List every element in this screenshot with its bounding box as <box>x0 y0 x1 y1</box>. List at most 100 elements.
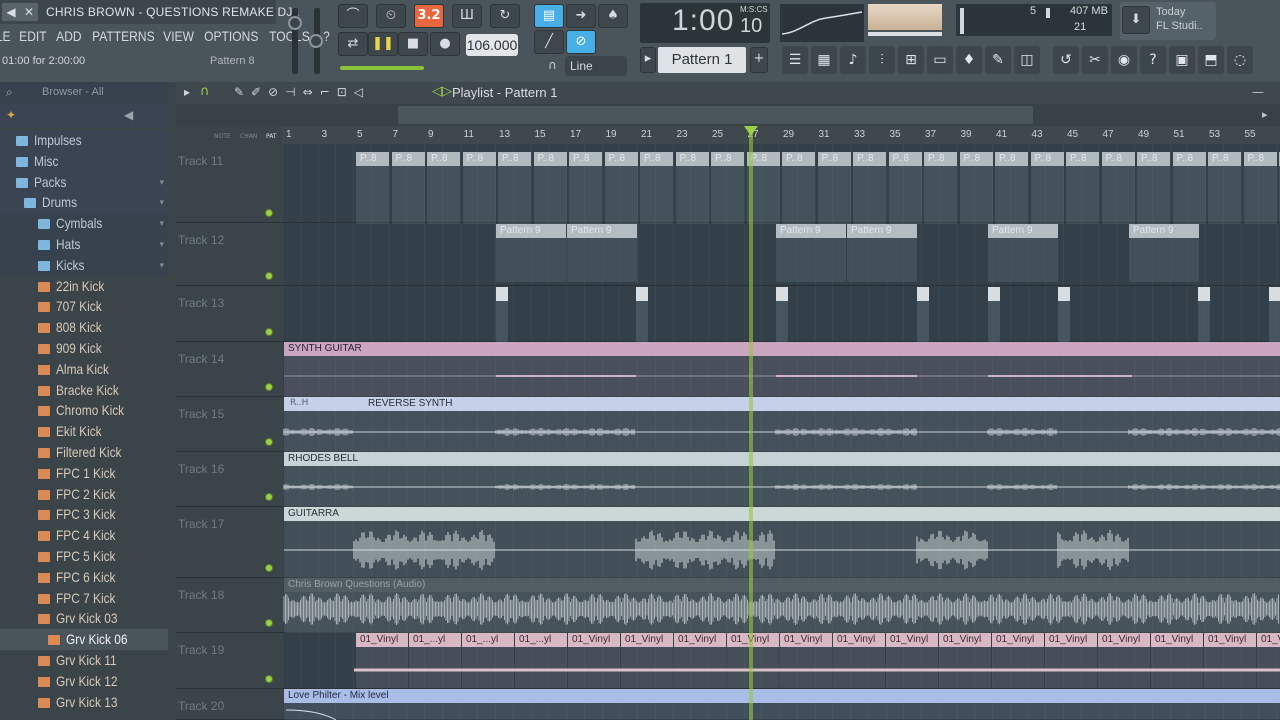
pattern-clip[interactable]: P..8 <box>569 152 602 224</box>
magnet-snap-icon[interactable]: ∩ <box>200 84 210 99</box>
audio-clip-vocal[interactable]: Chris Brown Questions (Audio) <box>284 578 1280 633</box>
brush-icon[interactable]: ╱ <box>534 30 564 54</box>
browser-item[interactable]: Hats ▾ <box>0 234 168 255</box>
pattern-clip[interactable] <box>1269 287 1280 342</box>
audio-clip-vinyl[interactable]: 01_Vinyl <box>1045 633 1097 688</box>
pattern-clip[interactable] <box>917 287 929 342</box>
chevron-down-icon[interactable]: ▾ <box>159 234 164 255</box>
scroll-right-icon[interactable]: ▸ <box>1262 108 1268 121</box>
browser-item[interactable]: Cymbals ▾ <box>0 213 168 235</box>
pattern-add-icon[interactable]: + <box>750 47 768 73</box>
audio-clip-vinyl[interactable]: 01_Vinyl <box>939 633 991 688</box>
track-enable-led[interactable] <box>265 272 273 280</box>
browser-item[interactable]: Bracke Kick <box>0 379 168 401</box>
audio-clip-vinyl[interactable]: 01_Vinyl <box>1151 633 1203 688</box>
pat-label[interactable]: PAT <box>266 133 277 140</box>
pattern-clip[interactable] <box>636 287 648 342</box>
audio-clip-rhodes-bell[interactable]: RHODES BELL <box>284 452 1280 507</box>
help-icon[interactable]: ? <box>1140 46 1166 74</box>
pattern-clip[interactable]: P..8 <box>817 152 851 224</box>
loop-record-icon[interactable]: ↻ <box>490 4 520 28</box>
audio-clip-vinyl[interactable]: 01_Vinyl <box>727 633 779 688</box>
automation-clip[interactable]: Love Philter - Mix level <box>284 689 1280 720</box>
browser-item[interactable]: FPC 5 Kick <box>0 546 168 567</box>
channel-rack-icon[interactable]: ▦ <box>811 46 837 74</box>
pattern-clip[interactable]: P..8 <box>959 152 993 224</box>
audio-clip-vinyl[interactable]: 01_...yl <box>409 633 461 688</box>
browser-item[interactable]: 707 Kick <box>0 296 168 318</box>
audio-clip-vinyl[interactable]: 01_Vinyl <box>674 633 726 688</box>
browser-filter-icon[interactable]: ✦ <box>6 108 16 122</box>
render-icon[interactable]: ⬒ <box>1198 46 1224 74</box>
pattern-clip[interactable]: Pattern 9 <box>988 224 1058 282</box>
track-enable-led[interactable] <box>265 619 273 627</box>
pattern-clip[interactable] <box>1058 287 1070 342</box>
pattern-song-toggle[interactable]: ⇄ <box>338 32 368 56</box>
audio-clip-vinyl[interactable]: 01_Vinyl <box>992 633 1044 688</box>
browser-item[interactable]: 909 Kick <box>0 338 168 359</box>
browser-item[interactable]: Grv Kick 03 <box>0 608 168 630</box>
pattern-clip[interactable]: P..8 <box>640 152 673 224</box>
minimize-icon[interactable]: — <box>1252 85 1264 99</box>
track-header[interactable]: Track 18 <box>176 578 282 633</box>
microphone-icon[interactable]: ◉ <box>1111 46 1137 74</box>
pattern-clip[interactable] <box>776 287 788 342</box>
master-pitch-knob[interactable] <box>309 34 323 48</box>
link-icon[interactable]: ⊘ <box>566 30 596 54</box>
browser-item[interactable]: 808 Kick <box>0 317 168 339</box>
audio-clip-vinyl[interactable]: 01_...yl <box>462 633 514 688</box>
tools-icon[interactable]: ✎ <box>985 46 1011 74</box>
pattern-clip[interactable]: P..8 <box>1137 152 1170 224</box>
menu-tools[interactable]: TOOLS <box>264 26 315 46</box>
pause-icon[interactable]: ❚❚ <box>368 32 398 56</box>
pattern-clip[interactable]: P..8 <box>1208 152 1241 224</box>
tempo-display[interactable]: 106.000 <box>466 34 518 56</box>
snap-select[interactable]: Line <box>565 56 627 76</box>
browser-item[interactable]: Impulses <box>0 130 168 151</box>
audio-clip-vinyl[interactable]: 01_...yl <box>515 633 567 688</box>
cut-icon[interactable]: ✂ <box>1082 46 1108 74</box>
pattern-clip[interactable]: Pattern 9 <box>567 224 637 282</box>
audio-clip-vinyl[interactable]: 01_Vinyl <box>780 633 832 688</box>
playlist-tools-icons[interactable]: ✎✐⊘⊣⇔⌐⊡◁ <box>234 85 370 99</box>
pattern-clip[interactable]: P..8 <box>1172 152 1206 224</box>
pattern-select[interactable]: Pattern 1 <box>658 47 746 73</box>
pattern-clip[interactable]: P..8 <box>427 152 460 224</box>
speaker-icon[interactable]: ◀ <box>124 108 133 122</box>
browser-item[interactable]: FPC 3 Kick <box>0 504 168 526</box>
track-header[interactable]: Track 19 <box>176 633 282 689</box>
pattern-clip[interactable]: P..8 <box>391 152 425 224</box>
download-icon[interactable]: ⬇ <box>1122 6 1150 34</box>
pattern-clip[interactable]: P..8 <box>533 152 567 224</box>
track-enable-led[interactable] <box>265 675 273 683</box>
audio-clip-vinyl[interactable]: 01_Vinyl <box>621 633 673 688</box>
track-header[interactable]: Track 17 <box>176 507 282 578</box>
channel-icon[interactable]: ⊞ <box>898 46 924 74</box>
pattern-clip[interactable]: P..8 <box>604 152 638 224</box>
track-header[interactable]: Track 12 <box>176 223 282 286</box>
search-icon[interactable]: ⌕ <box>6 85 13 100</box>
playhead[interactable] <box>749 126 753 720</box>
typing-keyboard-icon[interactable]: ▤ <box>534 4 564 28</box>
track-header[interactable]: Track 20 <box>176 689 282 720</box>
chevron-down-icon[interactable]: ▾ <box>159 172 164 193</box>
track-header[interactable]: Track 15 <box>176 397 282 452</box>
playlist-grid[interactable]: P..8 P..8 P..8 P..8 P..8 P..8 P..8 P..8 P..8 P..8… <box>282 144 1280 720</box>
browser-item[interactable]: Ekit Kick <box>0 421 168 443</box>
browser-item[interactable]: Misc <box>0 150 168 172</box>
track-enable-led[interactable] <box>265 383 273 391</box>
step-edit-icon[interactable]: Ш <box>452 4 482 28</box>
menu-view[interactable]: VIEW <box>158 26 199 46</box>
record-icon[interactable]: ● <box>430 32 460 56</box>
browser-item[interactable]: Grv Kick 06 <box>0 629 168 651</box>
chevron-down-icon[interactable]: ▾ <box>159 213 164 234</box>
chevron-down-icon[interactable]: ▾ <box>159 192 164 213</box>
pattern-clip[interactable]: Pattern 9 <box>1129 224 1199 282</box>
track-enable-led[interactable] <box>265 493 273 501</box>
pattern-clip[interactable]: P..8 <box>498 152 531 224</box>
playlist-menu-icon[interactable]: ▸ <box>184 85 190 99</box>
track-header[interactable]: Track 14 <box>176 342 282 397</box>
pattern-clip[interactable]: P..8 <box>462 152 496 224</box>
audio-clip-vinyl[interactable]: 01_Vinyl <box>833 633 885 688</box>
audio-clip-vinyl[interactable]: 01_Vinyl <box>568 633 620 688</box>
